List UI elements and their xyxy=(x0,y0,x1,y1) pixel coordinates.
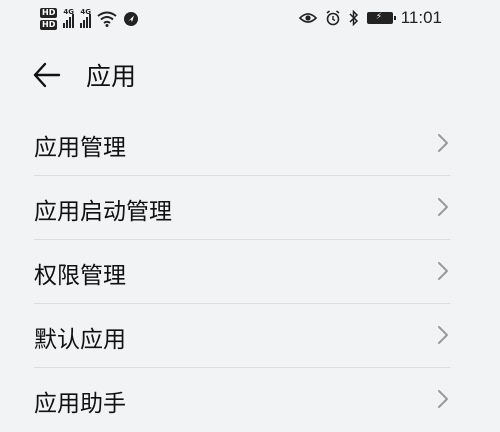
list-item-default-apps[interactable]: 默认应用 xyxy=(0,304,500,368)
hd-badge-sim2: HD xyxy=(40,20,58,30)
header: 应用 xyxy=(0,50,500,100)
hd-badge-sim1: HD xyxy=(40,8,58,18)
battery-icon: ⚡ xyxy=(366,12,396,24)
back-button[interactable] xyxy=(30,58,64,92)
eye-icon xyxy=(298,13,317,23)
chevron-right-icon xyxy=(438,390,448,408)
chevron-right-icon xyxy=(438,326,448,344)
list-item-label: 权限管理 xyxy=(34,263,126,289)
network-type-sim1: 4G xyxy=(63,8,74,16)
list-item-label: 默认应用 xyxy=(34,327,126,353)
status-bar-right: ⚡ 11:01 xyxy=(298,6,442,30)
location-icon xyxy=(124,12,139,26)
hd-icon: HD HD xyxy=(40,8,58,30)
page-title: 应用 xyxy=(86,62,137,91)
alarm-icon xyxy=(326,10,340,26)
status-time: 11:01 xyxy=(400,8,442,27)
network-type-sim2: 4G xyxy=(80,8,91,16)
status-bar-left: HD HD 4G 4G xyxy=(40,6,139,32)
signal-icon: 4G xyxy=(63,8,75,28)
bluetooth-icon xyxy=(349,10,358,26)
wifi-icon xyxy=(97,11,117,27)
chevron-right-icon xyxy=(438,134,448,152)
settings-list: 应用管理 应用启动管理 权限管理 默认应用 应用助手 xyxy=(0,112,500,432)
list-item-app-launch-management[interactable]: 应用启动管理 xyxy=(0,176,500,240)
signal-icon-2: 4G xyxy=(80,8,92,28)
chevron-right-icon xyxy=(438,262,448,280)
list-item-label: 应用管理 xyxy=(34,135,126,161)
status-bar: HD HD 4G 4G ⚡ 11:01 xyxy=(0,0,500,36)
list-item-label: 应用助手 xyxy=(34,391,126,417)
chevron-right-icon xyxy=(438,198,448,216)
arrow-left-icon xyxy=(33,62,61,88)
list-item-app-assistant[interactable]: 应用助手 xyxy=(0,368,500,432)
list-item-app-management[interactable]: 应用管理 xyxy=(0,112,500,176)
list-item-permission-management[interactable]: 权限管理 xyxy=(0,240,500,304)
list-item-label: 应用启动管理 xyxy=(34,199,172,225)
